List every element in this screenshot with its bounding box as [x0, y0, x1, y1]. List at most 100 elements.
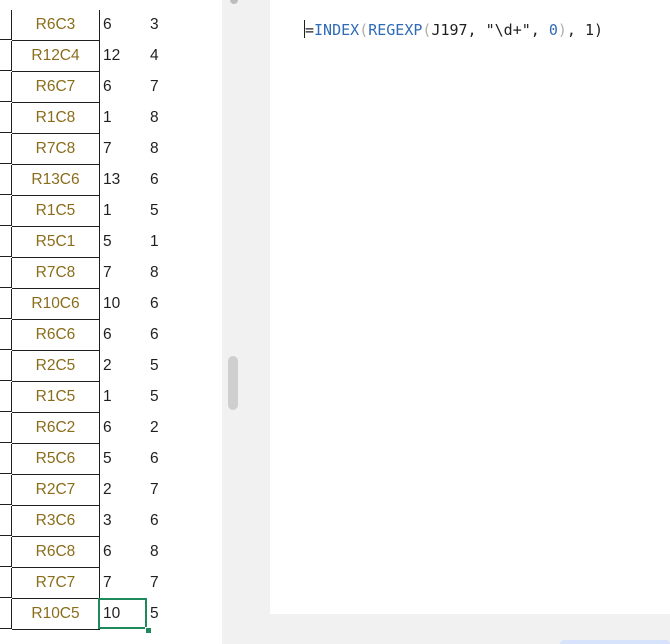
cell-col-number[interactable]: 8 [150, 109, 174, 133]
cell-col-number[interactable]: 6 [150, 450, 174, 474]
row-left-cell[interactable] [0, 258, 12, 288]
table-row: R7C7 7 7 [0, 568, 222, 599]
cell-col-number[interactable]: 4 [150, 47, 174, 71]
cell-row-number[interactable]: 13 [103, 171, 143, 195]
table-row: R6C3 6 3 [0, 10, 222, 41]
table-row: R7C8 7 8 [0, 134, 222, 165]
formula-paren-close-2: ) [557, 21, 567, 39]
cell-col-number[interactable]: 1 [150, 233, 174, 257]
table-row: R6C7 6 7 [0, 72, 222, 103]
cell-code[interactable]: R2C5 [12, 351, 100, 382]
cell-col-number[interactable]: 2 [150, 419, 174, 443]
cell-row-number[interactable]: 6 [103, 16, 143, 40]
cell-row-number[interactable]: 6 [103, 326, 143, 350]
selected-cell-highlight[interactable] [98, 598, 147, 629]
cell-code[interactable]: R6C7 [12, 72, 100, 103]
cell-row-number[interactable]: 2 [103, 481, 143, 505]
cell-row-number[interactable]: 7 [103, 140, 143, 164]
cell-col-number[interactable]: 5 [150, 202, 174, 226]
cell-col-number[interactable]: 6 [150, 295, 174, 319]
cell-code[interactable]: R13C6 [12, 165, 100, 196]
cell-row-number[interactable]: 1 [103, 109, 143, 133]
row-left-cell[interactable] [0, 506, 12, 536]
row-left-cell[interactable] [0, 72, 12, 102]
formula-text[interactable]: =INDEX(REGEXP(J197, "\d+", 0), 1) [304, 20, 603, 44]
row-left-cell[interactable] [0, 227, 12, 257]
row-left-cell[interactable] [0, 196, 12, 226]
cell-row-number[interactable]: 5 [103, 450, 143, 474]
cell-col-number[interactable]: 6 [150, 326, 174, 350]
cell-code[interactable]: R5C6 [12, 444, 100, 475]
formula-editor-panel[interactable] [270, 0, 670, 614]
row-left-cell[interactable] [0, 351, 12, 381]
cell-row-number[interactable]: 6 [103, 78, 143, 102]
row-left-cell[interactable] [0, 413, 12, 443]
cell-row-number[interactable]: 7 [103, 574, 143, 598]
cell-col-number[interactable]: 5 [150, 605, 174, 629]
cell-code[interactable]: R1C5 [12, 196, 100, 227]
cell-row-number[interactable]: 1 [103, 388, 143, 412]
cell-col-number[interactable]: 8 [150, 543, 174, 567]
cell-col-number[interactable]: 7 [150, 574, 174, 598]
fill-handle[interactable] [145, 627, 152, 634]
row-left-cell[interactable] [0, 382, 12, 412]
cell-row-number[interactable]: 2 [103, 357, 143, 381]
table-row: R6C8 6 8 [0, 537, 222, 568]
table-row: R1C5 1 5 [0, 382, 222, 413]
row-left-cell[interactable] [0, 10, 12, 40]
formula-function-index: INDEX [314, 21, 360, 39]
cell-col-number[interactable]: 5 [150, 357, 174, 381]
cell-code[interactable]: R7C8 [12, 258, 100, 289]
formula-arguments: J197, "\d+", [431, 21, 549, 39]
formula-paren-open-1: ( [359, 21, 369, 39]
cell-row-number[interactable]: 12 [103, 47, 143, 71]
table-row: R3C6 3 6 [0, 506, 222, 537]
cell-code[interactable]: R3C6 [12, 506, 100, 537]
row-left-cell[interactable] [0, 320, 12, 350]
formula-equals: = [305, 21, 315, 39]
cell-code[interactable]: R10C6 [12, 289, 100, 320]
row-left-cell[interactable] [0, 568, 12, 598]
cell-row-number[interactable]: 6 [103, 543, 143, 567]
row-left-cell[interactable] [0, 134, 12, 164]
row-left-cell[interactable] [0, 165, 12, 195]
panel-bottom-button[interactable] [560, 640, 670, 644]
table-row: R1C8 1 8 [0, 103, 222, 134]
cell-code[interactable]: R1C5 [12, 382, 100, 413]
cell-col-number[interactable]: 6 [150, 171, 174, 195]
cell-col-number[interactable]: 5 [150, 388, 174, 412]
vertical-scrollbar-thumb[interactable] [228, 356, 238, 410]
cell-col-number[interactable]: 3 [150, 16, 174, 40]
cell-code[interactable]: R6C3 [12, 10, 100, 41]
cell-col-number[interactable]: 6 [150, 512, 174, 536]
cell-row-number[interactable]: 6 [103, 419, 143, 443]
cell-row-number[interactable]: 5 [103, 233, 143, 257]
cell-row-number[interactable]: 10 [103, 295, 143, 319]
row-left-cell[interactable] [0, 289, 12, 319]
cell-code[interactable]: R6C8 [12, 537, 100, 568]
row-left-cell[interactable] [0, 599, 12, 629]
cell-code[interactable]: R5C1 [12, 227, 100, 258]
cell-code[interactable]: R7C7 [12, 568, 100, 599]
cell-row-number[interactable]: 7 [103, 264, 143, 288]
cell-code[interactable]: R1C8 [12, 103, 100, 134]
cell-row-number[interactable]: 1 [103, 202, 143, 226]
row-left-cell[interactable] [0, 537, 12, 567]
cell-code[interactable]: R12C4 [12, 41, 100, 72]
cell-code[interactable]: R6C2 [12, 413, 100, 444]
cell-row-number[interactable]: 3 [103, 512, 143, 536]
cell-col-number[interactable]: 7 [150, 481, 174, 505]
table-row: R5C1 5 1 [0, 227, 222, 258]
cell-code[interactable]: R7C8 [12, 134, 100, 165]
cell-col-number[interactable]: 7 [150, 78, 174, 102]
cell-col-number[interactable]: 8 [150, 264, 174, 288]
cell-code[interactable]: R6C6 [12, 320, 100, 351]
row-left-cell[interactable] [0, 103, 12, 133]
row-left-cell[interactable] [0, 444, 12, 474]
cell-code[interactable]: R10C5 [12, 599, 100, 630]
cell-code[interactable]: R2C7 [12, 475, 100, 506]
table-row: R6C2 6 2 [0, 413, 222, 444]
row-left-cell[interactable] [0, 475, 12, 505]
cell-col-number[interactable]: 8 [150, 140, 174, 164]
row-left-cell[interactable] [0, 41, 12, 71]
